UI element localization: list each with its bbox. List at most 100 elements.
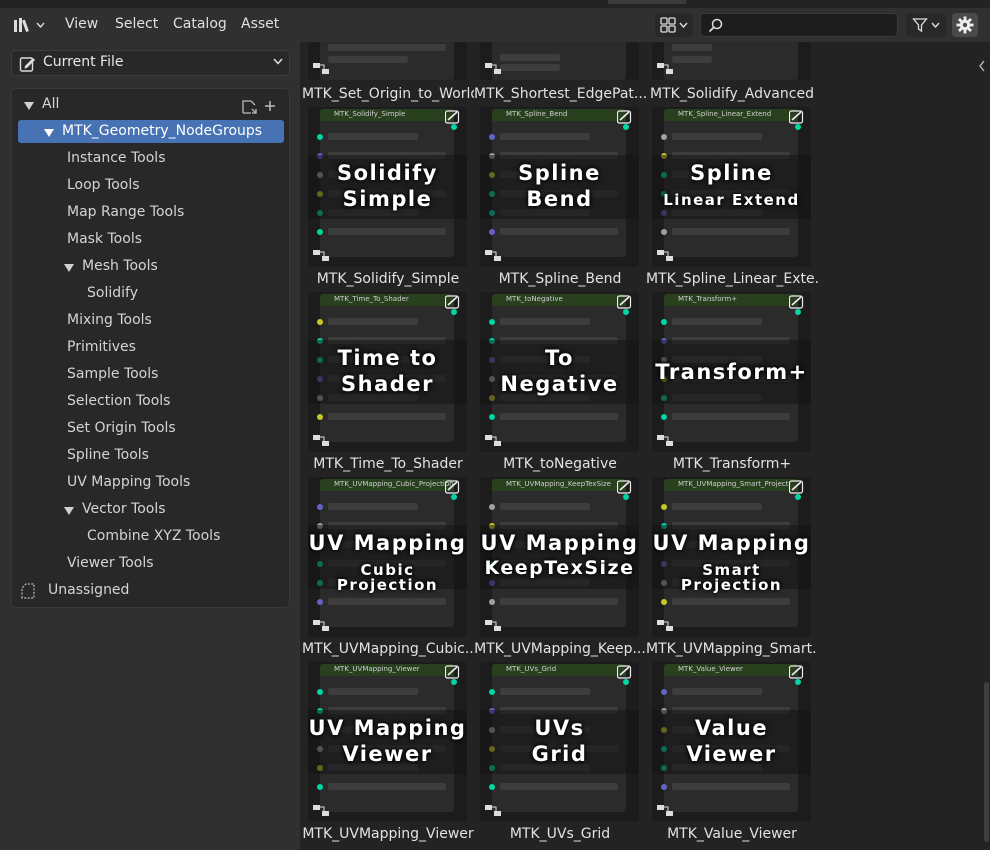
catalog-item-all[interactable]: All [12, 93, 289, 117]
node-socket-row [500, 503, 590, 510]
node-socket [317, 319, 323, 325]
catalog-item-spline-tools[interactable]: Spline Tools [12, 444, 289, 468]
catalog-label: Combine XYZ Tools [87, 528, 221, 544]
node-socket-row [500, 133, 590, 140]
editor-type-button[interactable] [10, 14, 48, 36]
settings-button[interactable] [952, 13, 978, 37]
thumbnail-title-text: Spline [518, 161, 601, 185]
catalog-item-viewer-tools[interactable]: Viewer Tools [12, 552, 289, 576]
node-title: MTK_Time_To_Shader [334, 295, 409, 303]
chevron-down-icon [36, 22, 45, 28]
asset-thumbnail[interactable] [652, 42, 811, 80]
expand-arrow-icon[interactable] [24, 102, 34, 110]
node-socket-row [500, 413, 618, 420]
thumbnail-title-text: Value [694, 716, 769, 740]
catalog-label: Loop Tools [67, 177, 140, 193]
node-group-icon [445, 665, 460, 679]
node-tree-icon [657, 620, 673, 631]
thumbnail-title-text: UV Mapping [308, 716, 467, 740]
node-socket [489, 134, 495, 140]
sidebar-toggle-arrow-icon[interactable] [978, 60, 986, 72]
asset-thumbnail[interactable]: MTK_Time_To_Shader Time to Shader [308, 292, 467, 452]
catalog-item-mixing-tools[interactable]: Mixing Tools [12, 309, 289, 333]
catalog-item-solidify[interactable]: Solidify [12, 282, 289, 306]
catalog-item-selection-tools[interactable]: Selection Tools [12, 390, 289, 414]
catalog-item-uv-mapping-tools[interactable]: UV Mapping Tools [12, 471, 289, 495]
catalog-item-instance-tools[interactable]: Instance Tools [12, 147, 289, 171]
catalog-item-map-range-tools[interactable]: Map Range Tools [12, 201, 289, 225]
menu-select[interactable]: Select [115, 16, 158, 32]
expand-arrow-icon[interactable] [64, 507, 74, 515]
asset-thumbnail[interactable]: MTK_UVMapping_KeepTexSize UV Mapping KeepT… [480, 477, 639, 637]
node-socket-row [672, 598, 790, 605]
node-socket-row [672, 503, 762, 510]
node-title: MTK_toNegative [506, 295, 563, 303]
node-title: MTK_Transform+ [678, 295, 738, 303]
asset-thumbnail[interactable]: MTK_Transform+ Transform+ [652, 292, 811, 452]
asset-thumbnail[interactable]: MTK_Spline_Linear_Extend Spline Linear Ext… [652, 107, 811, 267]
asset-thumbnail[interactable]: MTK_UVMapping_Smart_Project UV Mapping Sma… [652, 477, 811, 637]
asset-caption: MTK_Spline_Bend [498, 271, 622, 287]
asset-caption: MTK_UVMapping_Viewer [302, 826, 474, 842]
asset-caption: MTK_UVs_Grid [509, 826, 611, 842]
expand-arrow-icon[interactable] [44, 129, 54, 137]
catalog-item-mtk-geometry-nodegroups[interactable]: MTK_Geometry_NodeGroups [12, 120, 289, 144]
asset-caption: MTK_Solidify_Simple [316, 271, 460, 287]
node-socket-row [328, 413, 446, 420]
menu-catalog[interactable]: Catalog [173, 16, 227, 32]
asset-thumbnail[interactable] [308, 42, 467, 80]
asset-thumbnail[interactable]: MTK_Value_Viewer Value Viewer [652, 662, 811, 822]
asset-thumbnail[interactable]: MTK_UVs_Grid UVs Grid [480, 662, 639, 822]
asset-thumbnail[interactable]: MTK_Solidify_Simple Solidify Simple [308, 107, 467, 267]
asset-thumbnail[interactable]: MTK_Spline_Bend Spline Bend [480, 107, 639, 267]
thumbnails-grid-icon [660, 17, 676, 33]
node-tree-icon [485, 805, 501, 816]
catalog-item-primitives[interactable]: Primitives [12, 336, 289, 360]
thumbnail-title-text: Time to [337, 346, 438, 370]
node-socket-row [328, 318, 418, 325]
catalog-item-loop-tools[interactable]: Loop Tools [12, 174, 289, 198]
new-catalog-button[interactable] [239, 97, 277, 119]
search-field[interactable] [700, 13, 898, 37]
search-input[interactable] [729, 16, 893, 36]
node-title: MTK_Solidify_Simple [334, 110, 406, 118]
asset-thumbnail[interactable]: MTK_UVMapping_Viewer UV Mapping Viewer [308, 662, 467, 822]
display-mode-button[interactable] [655, 13, 693, 37]
catalog-tree: All MTK_Geometry_NodeGroups Instance Too… [11, 88, 290, 608]
expand-arrow-icon[interactable] [64, 264, 74, 272]
active-workspace-tab[interactable] [608, 0, 686, 4]
asset-library-selector[interactable]: Current File [11, 50, 290, 76]
node-socket [317, 689, 323, 695]
asset-grid-scrollbar[interactable] [984, 42, 989, 850]
asset-caption: MTK_toNegative [503, 456, 617, 472]
node-socket [317, 784, 323, 790]
catalog-item-mask-tools[interactable]: Mask Tools [12, 228, 289, 252]
node-group-icon [789, 480, 804, 494]
asset-thumbnail[interactable] [480, 42, 639, 80]
menu-asset[interactable]: Asset [241, 16, 279, 32]
catalog-label: Mask Tools [67, 231, 142, 247]
catalog-item-sample-tools[interactable]: Sample Tools [12, 363, 289, 387]
node-socket-row [328, 228, 446, 235]
node-tree-icon [657, 435, 673, 446]
node-tree-icon [657, 805, 673, 816]
catalog-item-unassigned[interactable]: Unassigned [12, 579, 289, 603]
node-socket-row [672, 318, 762, 325]
catalog-item-mesh-tools[interactable]: Mesh Tools [12, 255, 289, 279]
node-socket-row [328, 688, 418, 695]
catalog-item-combine-xyz-tools[interactable]: Combine XYZ Tools [12, 525, 289, 549]
node-group-icon [789, 295, 804, 309]
scrollbar-thumb[interactable] [984, 682, 989, 842]
node-socket [489, 414, 495, 420]
node-socket-row [500, 318, 590, 325]
menu-view[interactable]: View [65, 16, 98, 32]
node-socket [317, 134, 323, 140]
asset-thumbnail[interactable]: MTK_UVMapping_Cubic_Projection UV Mapping… [308, 477, 467, 637]
asset-thumbnail[interactable]: MTK_toNegative To Negative [480, 292, 639, 452]
catalog-item-set-origin-tools[interactable]: Set Origin Tools [12, 417, 289, 441]
filter-button[interactable] [906, 13, 946, 37]
node-output-socket [623, 124, 629, 130]
node-socket [661, 784, 667, 790]
asset-caption: MTK_Solidify_Advanced [650, 86, 814, 102]
catalog-item-vector-tools[interactable]: Vector Tools [12, 498, 289, 522]
